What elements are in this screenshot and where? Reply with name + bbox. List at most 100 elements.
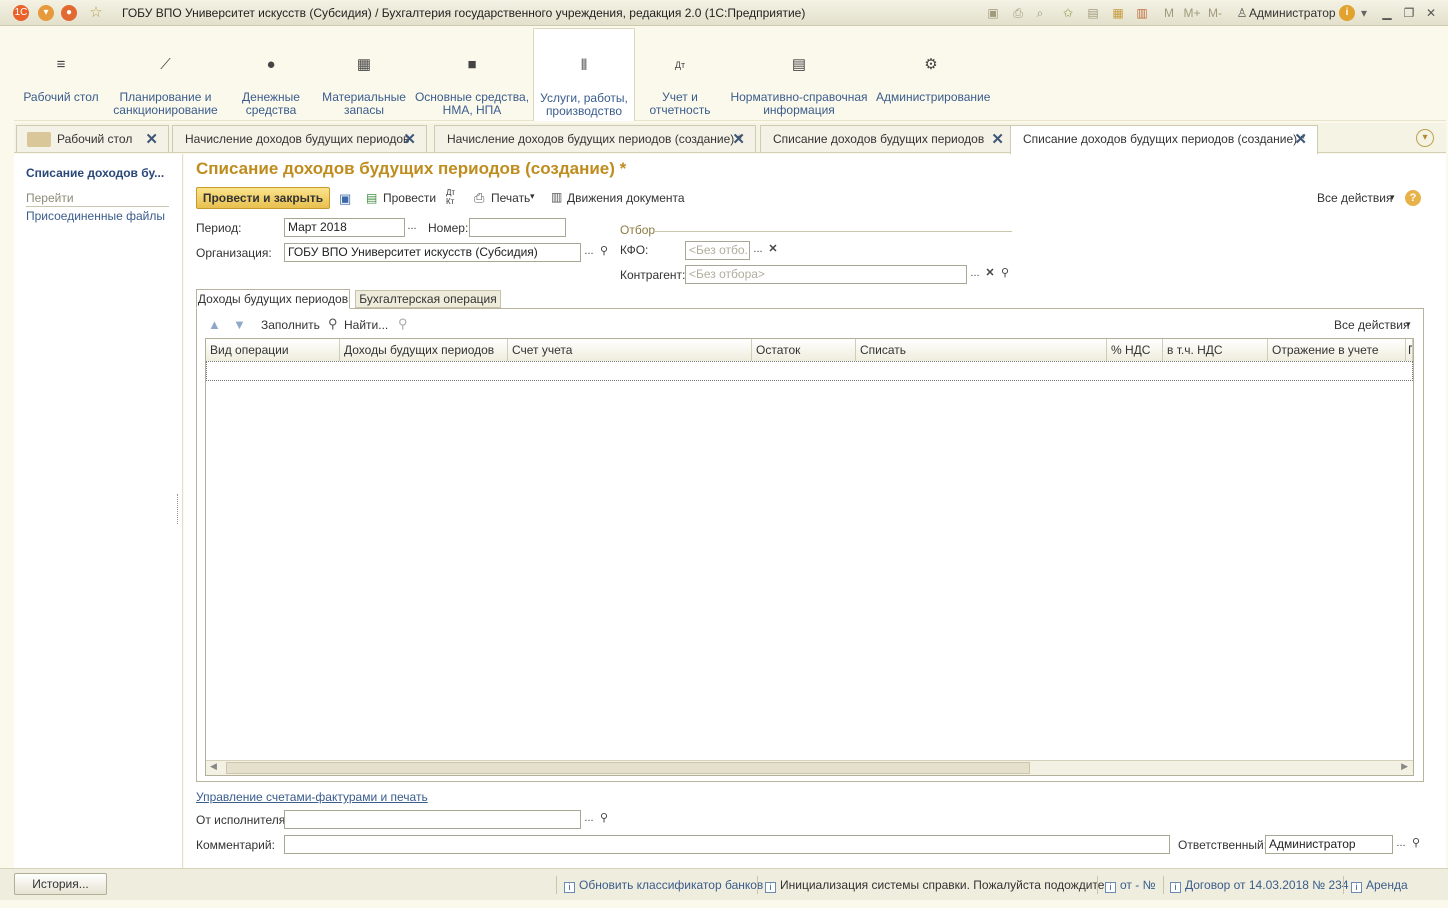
column-header[interactable]: Вид операции xyxy=(206,339,340,361)
column-header[interactable]: Списать xyxy=(856,339,1107,361)
close-tab-icon[interactable]: ✕ xyxy=(1294,126,1307,153)
arrow-up-icon[interactable]: ▲ xyxy=(208,317,221,332)
scroll-right-icon[interactable]: ▶ xyxy=(1401,761,1408,772)
clear-icon[interactable]: ✕ xyxy=(982,265,998,284)
section-services[interactable]: ⫴ Услуги, работы, производство xyxy=(533,28,635,121)
home-icon[interactable]: ● xyxy=(61,5,77,21)
tab-accounting-operation[interactable]: Бухгалтерская операция xyxy=(355,290,501,308)
cancel-search-icon[interactable]: ⚲ xyxy=(398,316,408,332)
comment-input[interactable] xyxy=(284,835,1170,854)
history-button[interactable]: История... xyxy=(14,873,107,895)
tab-desktop[interactable]: Рабочий стол ✕ xyxy=(16,125,169,152)
all-actions-button[interactable]: Все действия xyxy=(1317,191,1392,205)
save-icon[interactable]: ▣ xyxy=(339,191,351,207)
minimize-icon[interactable]: ▁ xyxy=(1380,5,1394,21)
preview-icon[interactable]: ⌕ xyxy=(1032,5,1048,21)
search-icon[interactable]: ⚲ xyxy=(1408,835,1424,854)
column-header[interactable]: Счет учета xyxy=(508,339,752,361)
close-tab-icon[interactable]: ✕ xyxy=(732,126,745,153)
search-icon[interactable]: ⚲ xyxy=(596,810,612,829)
status-message-2[interactable]: i Инициализация системы справки. Пожалуйс… xyxy=(765,878,1114,893)
splitter-handle[interactable] xyxy=(177,494,181,524)
post-and-close-button[interactable]: Провести и закрыть xyxy=(196,187,330,209)
tab-writeoff[interactable]: Списание доходов будущих периодов ✕ xyxy=(760,125,1015,152)
scrollbar-thumb[interactable] xyxy=(226,762,1030,774)
post-button[interactable]: Провести xyxy=(383,191,436,205)
section-fixed-assets[interactable]: ■ Основные средства, НМА, НПА xyxy=(414,28,530,121)
invoice-management-link[interactable]: Управление счетами-фактурами и печать xyxy=(196,790,428,804)
select-button[interactable]: ... xyxy=(404,218,420,237)
column-header[interactable]: % НДС xyxy=(1107,339,1163,361)
star-icon[interactable]: ☆ xyxy=(88,5,104,21)
search-icon[interactable]: ⚲ xyxy=(596,243,612,262)
column-header[interactable]: в т.ч. НДС xyxy=(1163,339,1268,361)
chevron-down-icon[interactable]: ▾ xyxy=(1390,192,1395,203)
table-all-actions-button[interactable]: Все действия xyxy=(1334,318,1409,332)
horizontal-scrollbar[interactable]: ◀ ▶ xyxy=(206,760,1413,775)
tab-accrual-create[interactable]: Начисление доходов будущих периодов (соз… xyxy=(434,125,756,152)
executor-input[interactable] xyxy=(284,810,581,829)
close-icon[interactable]: ✕ xyxy=(1424,5,1438,21)
chevron-down-icon[interactable]: ▾ xyxy=(38,5,54,21)
current-user[interactable]: Администратор xyxy=(1249,6,1336,20)
column-header[interactable]: Остаток xyxy=(752,339,856,361)
select-button[interactable]: ... xyxy=(967,265,983,284)
info-icon[interactable]: i xyxy=(1339,5,1355,21)
column-header[interactable]: Отражение в учете xyxy=(1268,339,1406,361)
print-button[interactable]: Печать xyxy=(491,191,530,205)
favorites-icon[interactable]: ✩ xyxy=(1060,5,1076,21)
section-money[interactable]: ● Денежные средства xyxy=(233,28,309,121)
fill-button[interactable]: Заполнить xyxy=(261,318,320,332)
save-icon[interactable]: ▣ xyxy=(985,5,1001,21)
chevron-down-icon[interactable]: ▾ xyxy=(1359,5,1369,21)
organization-input[interactable]: ГОБУ ВПО Университет искусств (Субсидия) xyxy=(284,243,581,262)
memory-m-button[interactable]: M xyxy=(1162,5,1176,21)
section-admin[interactable]: ⚙ Администрирование xyxy=(876,28,990,121)
clear-icon[interactable]: ✕ xyxy=(765,241,781,260)
column-header[interactable]: Доходы будущих периодов xyxy=(340,339,508,361)
responsible-input[interactable]: Администратор xyxy=(1265,835,1393,854)
section-accounting[interactable]: Дт Учет и отчетность xyxy=(646,28,714,121)
status-message-1[interactable]: i Обновить классификатор банков xyxy=(564,878,763,893)
number-input[interactable] xyxy=(469,218,566,237)
section-planning[interactable]: ⟋ Планирование и санкционирование xyxy=(112,28,219,121)
status-message-3[interactable]: i от - № xyxy=(1105,878,1155,893)
select-button[interactable]: ... xyxy=(1393,835,1409,854)
attached-files-link[interactable]: Присоединенные файлы xyxy=(26,209,165,223)
chevron-down-icon[interactable]: ▾ xyxy=(530,191,535,202)
search-icon[interactable]: ⚲ xyxy=(997,265,1013,284)
section-materials[interactable]: ▦ Материальные запасы xyxy=(320,28,408,121)
history-icon[interactable]: ▤ xyxy=(1085,5,1101,21)
left-panel-title[interactable]: Списание доходов бу... xyxy=(26,166,164,180)
select-button[interactable]: ... xyxy=(581,810,597,829)
restore-icon[interactable]: ❐ xyxy=(1402,5,1416,21)
calendar-icon[interactable]: ▥ xyxy=(1134,5,1150,21)
tabs-menu-icon[interactable]: ▾ xyxy=(1416,129,1434,147)
table-row[interactable] xyxy=(206,361,1413,381)
close-tab-icon[interactable]: ✕ xyxy=(145,126,158,153)
chevron-down-icon[interactable]: ▾ xyxy=(1406,319,1411,330)
section-desktop[interactable]: ≡ Рабочий стол xyxy=(22,28,100,121)
tab-writeoff-create[interactable]: Списание доходов будущих периодов (созда… xyxy=(1010,125,1318,154)
period-input[interactable]: Март 2018 xyxy=(284,218,405,237)
contractor-input[interactable]: <Без отбора> xyxy=(685,265,967,284)
memory-minus-button[interactable]: M- xyxy=(1206,5,1224,21)
status-message-5[interactable]: i Аренда xyxy=(1351,878,1408,893)
section-reference[interactable]: ▤ Нормативно-справочная информация xyxy=(730,28,868,121)
scroll-left-icon[interactable]: ◀ xyxy=(210,761,217,772)
close-tab-icon[interactable]: ✕ xyxy=(991,126,1004,153)
memory-plus-button[interactable]: M+ xyxy=(1182,5,1202,21)
tab-accrual[interactable]: Начисление доходов будущих периодов ✕ xyxy=(172,125,427,152)
document-movements-button[interactable]: Движения документа xyxy=(567,191,685,205)
close-tab-icon[interactable]: ✕ xyxy=(403,126,416,153)
print-icon[interactable]: ⎙ xyxy=(1010,5,1026,21)
find-button[interactable]: Найти... xyxy=(344,318,388,332)
1c-logo-icon[interactable]: 1С xyxy=(13,5,29,21)
column-header[interactable]: П xyxy=(1406,339,1413,361)
calculator-icon[interactable]: ▦ xyxy=(1110,5,1126,21)
tab-future-income[interactable]: Доходы будущих периодов xyxy=(196,289,350,309)
status-message-4[interactable]: i Договор от 14.03.2018 № 234 xyxy=(1170,878,1349,893)
dt-kt-button[interactable]: Дт Кт xyxy=(446,188,462,206)
select-button[interactable]: ... xyxy=(581,243,597,262)
kfo-input[interactable]: <Без отбо... xyxy=(685,241,750,260)
